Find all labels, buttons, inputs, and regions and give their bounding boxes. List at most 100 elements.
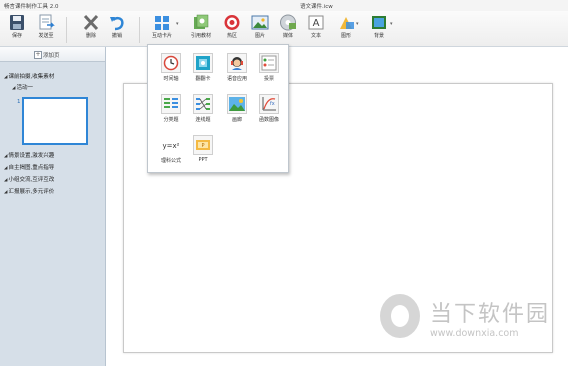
textbook-button[interactable]: 引用教材 [188, 13, 214, 45]
media-label: 媒体 [282, 33, 293, 39]
outline-section-label: 自主揭图,重点指导 [8, 165, 55, 171]
classify-item[interactable]: 分类题 [154, 92, 188, 126]
textbook-icon [192, 14, 210, 31]
expand-triangle-icon: ◢ [4, 154, 8, 159]
delete-icon [82, 14, 100, 31]
slide-number: 1 [17, 99, 21, 105]
ppt-item[interactable]: P PPT [186, 133, 220, 167]
timeline-card-item[interactable]: 时间轴 [154, 51, 188, 85]
matching-item[interactable]: 连线题 [186, 92, 220, 126]
formula-item[interactable]: y=x² 理科公式 [154, 133, 188, 167]
shape-button[interactable]: 图形 [333, 13, 359, 45]
formula-icon: y=x² [161, 135, 181, 155]
delete-button[interactable]: 删除 [78, 13, 104, 45]
interactive-card-button[interactable]: 互动卡片 [149, 13, 175, 45]
interactive-card-menu: 时间轴 翻翻卡 语音应用 投票 分类题 连线题 画廊 fx 函数图像 y=x² … [147, 44, 289, 173]
background-icon [370, 14, 388, 31]
toolbar-divider [66, 17, 67, 43]
clock-icon [161, 53, 181, 73]
chevron-down-icon[interactable]: ▾ [176, 21, 179, 27]
flip-card-label: 翻翻卡 [195, 76, 211, 82]
hotspot-label: 热区 [226, 33, 237, 39]
undo-label: 撤销 [111, 33, 122, 39]
send-to-label: 发送至 [38, 33, 54, 39]
function-graph-item[interactable]: fx 函数图像 [252, 92, 286, 126]
interactive-card-label: 互动卡片 [151, 33, 172, 39]
gallery-label: 画廊 [231, 117, 242, 123]
hotspot-icon [223, 14, 241, 31]
text-button[interactable]: A 文本 [303, 13, 329, 45]
add-page-button[interactable]: + 添加页 [0, 47, 105, 62]
save-icon [8, 14, 26, 31]
expand-triangle-icon: ◢ [4, 178, 8, 183]
main-toolbar: 保存 发送至 删除 撤销 互动卡片 ▾ 引用教材 热区 图片 媒体 A 文本 图… [0, 11, 568, 47]
outline-section-label: 汇报展示,多元评价 [8, 189, 55, 195]
image-button[interactable]: 图片 [247, 13, 273, 45]
outline-section[interactable]: ◢情景设置,激发兴趣 [4, 151, 54, 159]
quiz-item[interactable]: 投票 [252, 51, 286, 85]
matching-icon [193, 94, 213, 114]
undo-icon [108, 14, 126, 31]
outline-section-label: 小组交流,互评互改 [8, 177, 55, 183]
expand-triangle-icon: ◢ [4, 190, 8, 195]
image-icon [251, 14, 269, 31]
textbook-label: 引用教材 [190, 33, 211, 39]
outline-section[interactable]: ◢课前拍摄,收集素材 [4, 72, 54, 80]
background-button[interactable]: 背景 [366, 13, 392, 45]
outline-section[interactable]: ◢汇报展示,多元评价 [4, 187, 54, 195]
ppt-icon: P [193, 135, 213, 155]
plus-icon: + [34, 51, 42, 59]
quiz-icon [259, 53, 279, 73]
outline-subsection[interactable]: ◢活动一 [12, 83, 33, 91]
voice-app-icon [227, 53, 247, 73]
expand-triangle-icon: ◢ [12, 86, 16, 91]
chevron-down-icon[interactable]: ▾ [356, 21, 359, 27]
classify-label: 分类题 [163, 117, 179, 123]
svg-text:P: P [201, 143, 204, 149]
media-button[interactable]: 媒体 [275, 13, 301, 45]
delete-label: 删除 [85, 33, 96, 39]
app-title: 畅言课件制作工具 2.0 [4, 4, 59, 10]
shape-label: 图形 [340, 33, 351, 39]
gallery-item[interactable]: 画廊 [220, 92, 254, 126]
outline-section-label: 课前拍摄,收集素材 [8, 74, 55, 80]
hotspot-button[interactable]: 热区 [219, 13, 245, 45]
formula-label: 理科公式 [160, 158, 181, 164]
watermark-brand: 当下软件园 [430, 302, 551, 327]
gallery-icon [227, 94, 247, 114]
interactive-card-icon [153, 14, 171, 31]
save-label: 保存 [11, 33, 22, 39]
send-to-button[interactable]: 发送至 [33, 13, 59, 45]
flip-card-icon [193, 53, 213, 73]
timeline-label: 时间轴 [163, 76, 179, 82]
voice-app-item[interactable]: 语音应用 [220, 51, 254, 85]
outline-subsection-label: 活动一 [16, 85, 33, 91]
image-label: 图片 [254, 33, 265, 39]
text-icon: A [307, 14, 325, 31]
formula-glyph: y=x² [163, 142, 180, 150]
matching-label: 连线题 [195, 117, 211, 123]
brand-logo-icon [380, 294, 420, 338]
classify-icon [161, 94, 181, 114]
function-graph-label: 函数图像 [258, 117, 279, 123]
svg-text:A: A [313, 18, 320, 29]
watermark-url: www.downxia.com [430, 328, 519, 339]
ppt-label: PPT [198, 157, 208, 163]
function-graph-icon: fx [259, 94, 279, 114]
flip-card-item[interactable]: 翻翻卡 [186, 51, 220, 85]
send-icon [37, 14, 55, 31]
outline-section-label: 情景设置,激发兴趣 [8, 153, 55, 159]
outline-section[interactable]: ◢自主揭图,重点指导 [4, 163, 54, 171]
svg-text:fx: fx [270, 101, 275, 107]
toolbar-divider [139, 17, 140, 43]
save-button[interactable]: 保存 [4, 13, 30, 45]
outline-section[interactable]: ◢小组交流,互评互改 [4, 175, 54, 183]
voice-app-label: 语音应用 [226, 76, 247, 82]
slide-thumbnail[interactable] [22, 97, 88, 145]
shape-icon [337, 14, 355, 31]
chevron-down-icon[interactable]: ▾ [390, 21, 393, 27]
undo-button[interactable]: 撤销 [104, 13, 130, 45]
media-icon [279, 14, 297, 31]
page-outline-sidebar: + 添加页 [0, 47, 106, 366]
add-page-label: 添加页 [43, 53, 60, 59]
